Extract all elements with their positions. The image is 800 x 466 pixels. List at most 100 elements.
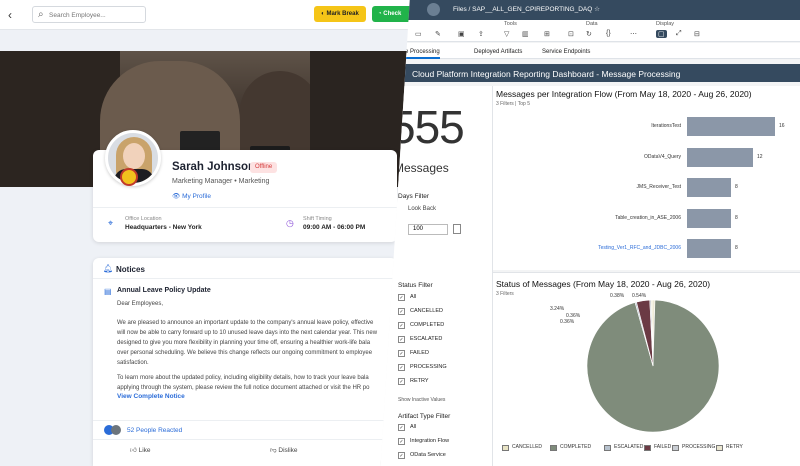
formula-icon[interactable]: {} [606, 30, 611, 37]
notice-title: Annual Leave Policy Update [117, 287, 211, 294]
bar[interactable] [687, 208, 731, 228]
thumbs-down-icon [111, 425, 121, 435]
status-filter-title: Status Filter [398, 282, 433, 289]
days-filter-title: Days Filter [398, 193, 430, 200]
legend-swatch [502, 445, 509, 451]
notice-greeting: Dear Employees, [117, 301, 164, 307]
employee-portal: ‹ ⌕ ◐ Mark Break ◔ Check Sarah Johnson O… [0, 0, 410, 466]
location-pin-icon: ⌖ [108, 218, 114, 228]
legend-label: RETRY [726, 444, 743, 450]
status-checkbox[interactable]: ✓ [398, 364, 405, 371]
tab-deployed-artifacts[interactable]: Deployed Artifacts [474, 49, 522, 55]
look-back-label: Look Back [408, 206, 437, 212]
legend-swatch [716, 445, 723, 451]
bar-label: ODataV4_Query [644, 153, 681, 160]
toolbar-group-display: Display [656, 21, 675, 27]
status-checkbox[interactable]: ✓ [398, 308, 405, 315]
artifact-option-label: All [410, 424, 417, 430]
kpi-label: Messages [394, 161, 449, 175]
profile-role: Marketing Manager • Marketing [172, 178, 270, 185]
search-input[interactable] [49, 8, 143, 22]
back-icon[interactable]: ‹ [8, 8, 22, 22]
bar-label: Table_creation_in_ASE_2006 [615, 214, 681, 221]
bar-value: 8 [735, 245, 738, 251]
screenshot-stage: ‹ ⌕ ◐ Mark Break ◔ Check Sarah Johnson O… [0, 0, 800, 466]
bar[interactable] [687, 117, 775, 136]
bar-chart-subtitle: 3 Filters | Top 5 [496, 101, 530, 107]
file-icon[interactable]: ▭ [415, 30, 422, 38]
artifact-option-label: OData Service [410, 452, 446, 458]
comment-icon[interactable]: ▢ [656, 30, 667, 38]
like-button[interactable]: 👍︎ Like [130, 446, 151, 454]
notice-line: satisfaction. [117, 360, 149, 366]
bar-value: 16 [779, 123, 785, 129]
artifact-checkbox[interactable]: ✓ [398, 452, 405, 459]
grid-icon[interactable]: ⊟ [694, 30, 700, 38]
shift-value: 09:00 AM - 06:00 PM [303, 224, 366, 231]
bar-value: 12 [757, 153, 763, 160]
status-checkbox[interactable]: ✓ [398, 350, 405, 357]
show-inactive-link[interactable]: Show Inactive Values [398, 397, 445, 403]
dislike-button[interactable]: 👎︎ Dislike [270, 446, 298, 454]
pie-slice-label: 0.38% [610, 293, 625, 299]
artifact-checkbox[interactable]: ✓ [398, 438, 405, 445]
office-value: Headquarters - New York [125, 224, 202, 231]
bar-chart-panel [493, 86, 800, 270]
artifact-filter-title: Artifact Type Filter [398, 413, 451, 420]
artifact-option-label: Integration Flow [410, 438, 450, 444]
notice-line: To learn more about the updated policy, … [117, 375, 369, 381]
link-icon[interactable]: ⊡ [568, 30, 574, 38]
profile-name: Sarah Johnson [172, 161, 256, 173]
sap-dashboard: Files / SAP__ALL_GEN_CPIREPORTING_DAQ ☆ … [380, 0, 800, 466]
legend-label: COMPLETED [560, 444, 592, 450]
look-back-input[interactable]: 100 [408, 224, 448, 235]
home-icon[interactable] [427, 3, 440, 16]
status-checkbox[interactable]: ✓ [398, 294, 405, 301]
artifact-checkbox[interactable]: ✓ [398, 424, 405, 431]
status-checkbox[interactable]: ✓ [398, 336, 405, 343]
bar[interactable] [687, 147, 753, 167]
status-checkbox[interactable]: ✓ [398, 378, 405, 385]
check-button[interactable]: ◔ Check [372, 6, 410, 22]
mark-break-button[interactable]: ◐ Mark Break [314, 6, 366, 22]
view-complete-notice-link[interactable]: View Complete Notice [117, 393, 185, 400]
my-profile-link[interactable]: 👁 My Profile [172, 192, 211, 200]
bell-icon: 🔔︎ [103, 264, 114, 273]
more-icon[interactable]: ⋯ [630, 30, 637, 38]
pie-slice-label: 3.24% [550, 306, 565, 312]
notices-title: Notices [116, 265, 145, 274]
notice-line: will now be able to carry forward up to … [117, 330, 378, 336]
fullscreen-icon[interactable]: ⤢ [676, 30, 682, 38]
reaction-count[interactable]: 52 People Reacted [127, 427, 182, 434]
save-icon[interactable]: ▣ [458, 30, 465, 38]
status-option-label: RETRY [410, 378, 429, 384]
refresh-icon[interactable]: ↻ [586, 30, 592, 38]
bar-value: 8 [735, 184, 738, 190]
bar[interactable] [687, 239, 731, 258]
apply-icon[interactable] [453, 224, 461, 234]
legend-swatch [550, 445, 557, 451]
legend-swatch [672, 445, 679, 451]
toolbar-group-tools: Tools [504, 21, 517, 27]
table-icon[interactable]: ⊞ [544, 30, 550, 38]
breadcrumb: Files / SAP__ALL_GEN_CPIREPORTING_DAQ ☆ [453, 6, 600, 13]
pie-slice-label: 0.54% [632, 293, 647, 299]
share-icon[interactable]: ⇪ [478, 30, 484, 38]
pie-chart [586, 299, 720, 433]
bar-label: JMS_Receiver_Test [636, 184, 681, 190]
search-box[interactable]: ⌕ [32, 6, 146, 23]
bar-label: Testing_Ver1_RFC_and_JDBC_2006 [598, 245, 681, 251]
chart-icon[interactable]: ▥ [522, 30, 529, 38]
status-option-label: FAILED [410, 350, 429, 356]
dashboard-title: Cloud Platform Integration Reporting Das… [412, 69, 681, 79]
status-option-label: ESCALATED [410, 336, 443, 342]
legend-label: PROCESSING [682, 444, 716, 450]
bar[interactable] [687, 178, 731, 197]
notice-line: designed to give you more flexibility in… [117, 340, 371, 346]
status-checkbox[interactable]: ✓ [398, 322, 405, 329]
edit-icon[interactable]: ✎ [435, 30, 441, 38]
filter-icon[interactable]: ▽ [504, 30, 509, 38]
legend-label: CANCELLED [512, 444, 543, 450]
tab-service-endpoints[interactable]: Service Endpoints [542, 49, 590, 55]
toolbar-group-data: Data [586, 21, 598, 27]
